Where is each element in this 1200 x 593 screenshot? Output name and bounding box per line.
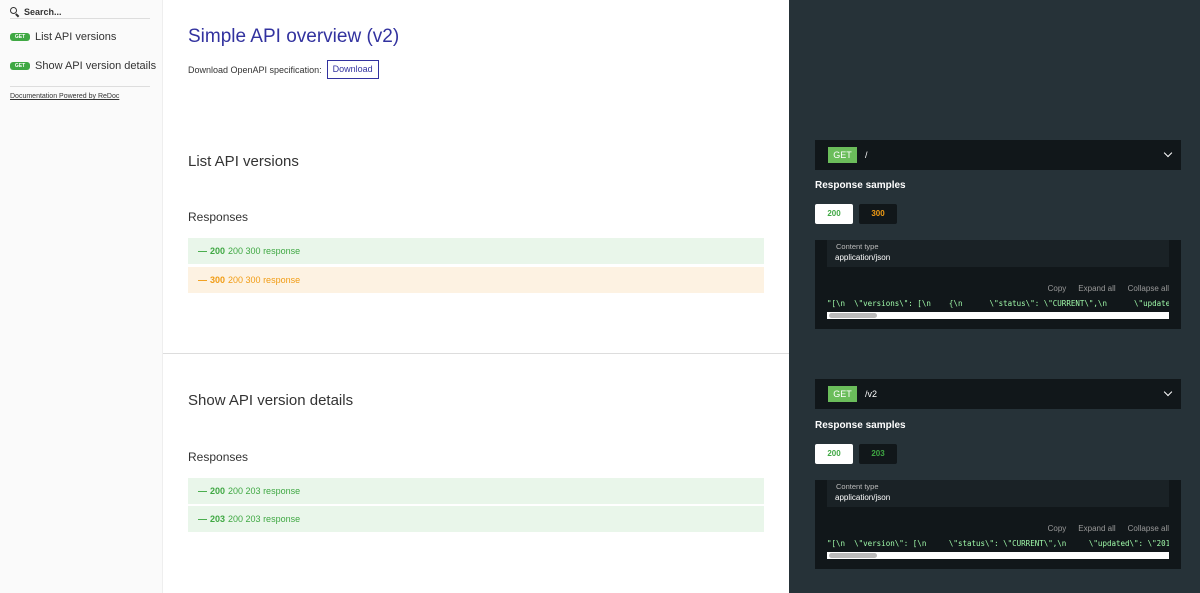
response-row-200[interactable]: — 200 200 300 response: [188, 238, 764, 264]
sample-actions: Copy Expand all Collapse all: [1048, 284, 1169, 293]
get-method-badge: GET: [10, 33, 30, 41]
endpoint-toggle[interactable]: GET /: [815, 140, 1181, 170]
get-method-badge: GET: [828, 147, 857, 163]
copy-button[interactable]: Copy: [1048, 524, 1067, 533]
response-code: 300: [210, 275, 226, 285]
response-description: 200 300 response: [228, 246, 301, 256]
search-input[interactable]: [24, 6, 134, 17]
scrollbar-thumb[interactable]: [829, 553, 877, 558]
collapse-icon: —: [198, 246, 207, 256]
powered-by-link[interactable]: Documentation Powered by ReDoc: [10, 93, 119, 100]
response-description: 200 300 response: [228, 275, 301, 285]
content-type-box[interactable]: Content type application/json: [827, 480, 1169, 507]
sidebar-item-list-api-versions[interactable]: GET List API versions: [10, 31, 116, 43]
sidebar-item-show-api-version-details[interactable]: GET Show API version details: [10, 60, 156, 72]
response-row-300[interactable]: — 300 200 300 response: [188, 267, 764, 293]
responses-heading: Responses: [188, 210, 249, 224]
tab-200[interactable]: 200: [815, 204, 853, 224]
response-row-203[interactable]: — 203 200 203 response: [188, 506, 764, 532]
main-content: Simple API overview (v2) Download OpenAP…: [163, 0, 789, 593]
response-description: 200 203 response: [228, 486, 301, 496]
response-sample-panel: Content type application/json Copy Expan…: [815, 240, 1181, 329]
endpoint-path: /v2: [865, 389, 878, 399]
response-description: 200 203 response: [228, 514, 301, 524]
get-method-badge: GET: [10, 62, 30, 70]
get-method-badge: GET: [828, 386, 857, 402]
download-label: Download OpenAPI specification:: [188, 64, 322, 75]
download-button[interactable]: Download: [326, 60, 379, 79]
scrollbar-thumb[interactable]: [829, 313, 877, 318]
tab-200[interactable]: 200: [815, 444, 853, 464]
right-panel: GET / Response samples 200 300 Content t…: [789, 0, 1200, 593]
sidebar-item-label: Show API version details: [35, 60, 157, 72]
tab-203[interactable]: 203: [859, 444, 897, 464]
page-title: Simple API overview (v2): [188, 26, 400, 47]
download-row: Download OpenAPI specification: Download: [188, 60, 379, 79]
content-type-box[interactable]: Content type application/json: [827, 240, 1169, 267]
operation-title: Show API version details: [188, 392, 354, 409]
endpoint-toggle[interactable]: GET /v2: [815, 379, 1181, 409]
sidebar-item-label: List API versions: [35, 31, 117, 43]
content-type-label: Content type: [836, 482, 879, 491]
chevron-down-icon: [1163, 387, 1173, 397]
expand-all-button[interactable]: Expand all: [1078, 524, 1115, 533]
sidebar-divider: [10, 86, 150, 87]
copy-button[interactable]: Copy: [1048, 284, 1067, 293]
collapse-icon: —: [198, 486, 207, 496]
response-code: 200: [210, 246, 226, 256]
expand-all-button[interactable]: Expand all: [1078, 284, 1115, 293]
tab-300[interactable]: 300: [859, 204, 897, 224]
operation-title: List API versions: [188, 153, 299, 170]
content-type-value: application/json: [835, 253, 891, 262]
search-box[interactable]: [10, 5, 150, 19]
chevron-down-icon: [1163, 148, 1173, 158]
horizontal-scrollbar[interactable]: [827, 552, 1169, 559]
collapse-all-button[interactable]: Collapse all: [1128, 524, 1169, 533]
endpoint-path: /: [865, 150, 868, 160]
responses-heading: Responses: [188, 450, 249, 464]
response-code: 200: [210, 486, 226, 496]
response-samples-heading: Response samples: [815, 420, 906, 431]
content-type-label: Content type: [836, 242, 879, 251]
collapse-icon: —: [198, 275, 207, 285]
collapse-icon: —: [198, 514, 207, 524]
content-type-value: application/json: [835, 493, 891, 502]
code-sample: "[\n \"version\": [\n \"status\": \"CURR…: [827, 539, 1169, 548]
sample-actions: Copy Expand all Collapse all: [1048, 524, 1169, 533]
sidebar: GET List API versions GET Show API versi…: [0, 0, 163, 593]
response-code: 203: [210, 514, 226, 524]
collapse-all-button[interactable]: Collapse all: [1128, 284, 1169, 293]
response-row-200[interactable]: — 200 200 203 response: [188, 478, 764, 504]
code-sample: "[\n \"versions\": [\n {\n \"status\": \…: [827, 299, 1169, 308]
response-samples-heading: Response samples: [815, 180, 906, 191]
response-sample-panel: Content type application/json Copy Expan…: [815, 480, 1181, 569]
search-icon: [10, 7, 19, 16]
horizontal-scrollbar[interactable]: [827, 312, 1169, 319]
section-divider: [163, 353, 789, 354]
